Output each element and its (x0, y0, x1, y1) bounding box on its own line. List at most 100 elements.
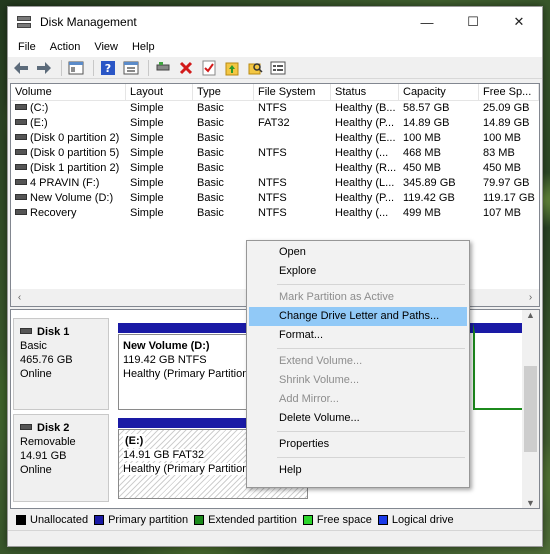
volume-file-system (254, 161, 331, 176)
disk-size: 14.91 GB (20, 450, 67, 462)
volume-free-space: 14.89 GB (483, 117, 530, 129)
drive-icon (15, 149, 27, 156)
volume-layout: Simple (130, 132, 164, 144)
volume-type: Basic (197, 132, 224, 144)
column-header-free-space[interactable]: Free Sp... (479, 84, 539, 100)
minimize-button[interactable]: — (404, 7, 450, 37)
volume-file-system: NTFS (258, 177, 287, 189)
disk-management-app-icon (16, 14, 32, 30)
menu-item-format[interactable]: Format... (249, 326, 467, 345)
check-icon[interactable] (199, 58, 219, 78)
menu-item-properties[interactable]: Properties (249, 435, 467, 454)
volume-free-space: 83 MB (483, 147, 515, 159)
disk-2-info[interactable]: Disk 2 Removable 14.91 GB Online (13, 414, 109, 502)
column-header-layout[interactable]: Layout (126, 84, 193, 100)
volume-type: Basic (197, 162, 224, 174)
volume-free-space: 25.09 GB (483, 102, 530, 114)
partition-status: Healthy (Primary Partition) (123, 463, 252, 475)
list-icon[interactable] (268, 58, 288, 78)
volume-status: Healthy (... (335, 147, 389, 159)
close-button[interactable]: ✕ (496, 7, 542, 37)
table-row[interactable]: (C:) Simple Basic NTFS Healthy (B... 58.… (11, 101, 539, 116)
column-header-type[interactable]: Type (193, 84, 254, 100)
disk-state: Online (20, 464, 52, 476)
table-row[interactable]: (Disk 1 partition 2) Simple Basic Health… (11, 161, 539, 176)
menu-file[interactable]: File (11, 41, 43, 53)
menu-item-delete-volume[interactable]: Delete Volume... (249, 409, 467, 428)
column-header-volume[interactable]: Volume (11, 84, 126, 100)
properties-icon[interactable] (121, 58, 141, 78)
volume-capacity: 100 MB (403, 132, 441, 144)
menu-item-explore[interactable]: Explore (249, 262, 467, 281)
drive-icon (15, 134, 27, 141)
volume-file-system: NTFS (258, 102, 287, 114)
volume-name: New Volume (D:) (30, 192, 114, 204)
table-row[interactable]: (Disk 0 partition 2) Simple Basic Health… (11, 131, 539, 146)
volume-layout: Simple (130, 162, 164, 174)
volume-free-space: 450 MB (483, 162, 521, 174)
table-row[interactable]: 4 PRAVIN (F:) Simple Basic NTFS Healthy … (11, 176, 539, 191)
volume-status: Healthy (E... (335, 132, 396, 144)
console-tree-icon[interactable] (66, 58, 86, 78)
legend-item: Free space (302, 514, 372, 526)
drive-icon (15, 119, 27, 126)
volume-layout: Simple (130, 177, 164, 189)
forward-arrow-icon[interactable] (34, 58, 54, 78)
table-row[interactable]: (E:) Simple Basic FAT32 Healthy (P... 14… (11, 116, 539, 131)
help-icon[interactable]: ? (98, 58, 118, 78)
scroll-left-icon[interactable]: ‹ (11, 292, 28, 303)
menu-item-extend-volume: Extend Volume... (279, 355, 363, 367)
volume-free-space: 100 MB (483, 132, 521, 144)
volume-name: (C:) (30, 102, 49, 114)
table-row[interactable]: Recovery Simple Basic NTFS Healthy (... … (11, 206, 539, 221)
volume-list-header: Volume Layout Type File System Status Ca… (11, 84, 539, 101)
scroll-up-icon[interactable]: ▲ (522, 310, 539, 320)
column-header-capacity[interactable]: Capacity (399, 84, 479, 100)
volume-layout: Simple (130, 192, 164, 204)
table-row[interactable]: New Volume (D:) Simple Basic NTFS Health… (11, 191, 539, 206)
column-header-status[interactable]: Status (331, 84, 399, 100)
partition-box-extended[interactable] (473, 323, 529, 410)
menu-help[interactable]: Help (125, 41, 162, 53)
scroll-down-icon[interactable]: ▼ (522, 498, 539, 508)
table-row[interactable]: (Disk 0 partition 5) Simple Basic NTFS H… (11, 146, 539, 161)
volume-name: 4 PRAVIN (F:) (30, 177, 100, 189)
legend-swatch (194, 515, 205, 525)
drive-icon (15, 164, 27, 171)
disk-type: Removable (20, 436, 76, 448)
volume-name: Recovery (30, 207, 77, 219)
back-arrow-icon[interactable] (11, 58, 31, 78)
search-folder-icon[interactable] (245, 58, 265, 78)
menu-item-open[interactable]: Open (249, 243, 467, 262)
vertical-scrollbar[interactable]: ▲ ▼ (522, 310, 539, 508)
volume-capacity: 119.42 GB (403, 192, 455, 204)
disk-1-info[interactable]: Disk 1 Basic 465.76 GB Online (13, 318, 109, 410)
legend-item: Logical drive (377, 514, 454, 526)
scroll-right-icon[interactable]: › (522, 292, 539, 303)
volume-status: Healthy (P... (335, 117, 395, 129)
menu-item-help[interactable]: Help (249, 461, 467, 480)
volume-capacity: 468 MB (403, 147, 441, 159)
menu-view[interactable]: View (87, 41, 125, 53)
scrollbar-thumb[interactable] (524, 366, 537, 452)
menu-action[interactable]: Action (43, 41, 88, 53)
title-bar: Disk Management — ☐ ✕ (8, 7, 542, 37)
primary-partition-bar (118, 418, 258, 428)
column-header-file-system[interactable]: File System (254, 84, 331, 100)
legend-swatch (377, 515, 388, 525)
volume-type: Basic (197, 102, 224, 114)
maximize-button[interactable]: ☐ (450, 7, 496, 37)
volume-layout: Simple (130, 117, 164, 129)
volume-layout: Simple (130, 147, 164, 159)
delete-icon[interactable] (176, 58, 196, 78)
menu-item-change-drive-letter[interactable]: Change Drive Letter and Paths... (249, 307, 467, 326)
volume-free-space: 79.97 GB (483, 177, 530, 189)
volume-type: Basic (197, 192, 224, 204)
volume-status: Healthy (P... (335, 192, 395, 204)
legend-item: Extended partition (194, 514, 297, 526)
menu-item-shrink-volume: Shrink Volume... (279, 374, 360, 386)
partition-size-fs: 14.91 GB FAT32 (123, 449, 205, 461)
connect-icon[interactable] (153, 58, 173, 78)
volume-status: Healthy (B... (335, 102, 396, 114)
folder-up-icon[interactable] (222, 58, 242, 78)
